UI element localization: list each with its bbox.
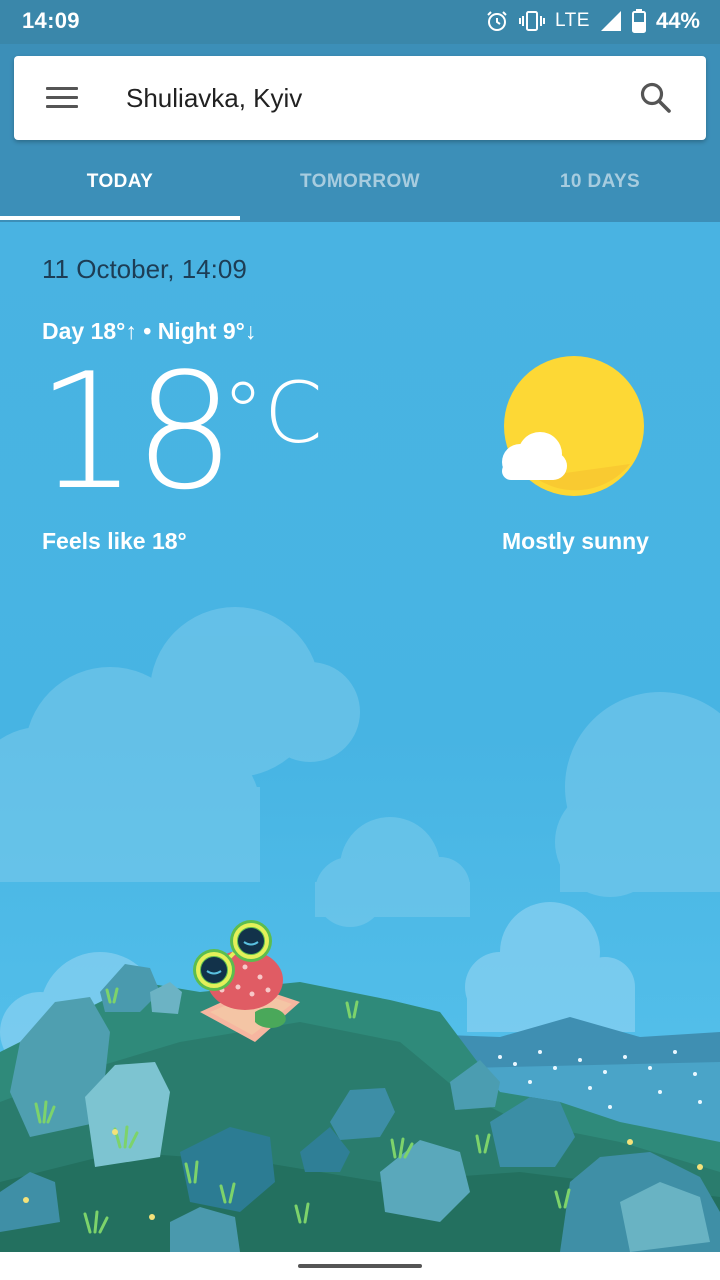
signal-icon: [600, 11, 621, 31]
hamburger-menu-icon[interactable]: [44, 81, 80, 115]
tab-today[interactable]: TODAY: [0, 156, 240, 222]
alarm-icon: [487, 11, 507, 31]
location-title[interactable]: Shuliavka, Kyiv: [126, 83, 302, 114]
home-gesture-pill[interactable]: [298, 1264, 422, 1268]
search-icon[interactable]: [638, 80, 674, 116]
temperature-unit: °C: [222, 364, 323, 462]
weather-condition: Mostly sunny: [502, 528, 649, 554]
weather-panel: 11 October, 14:09 Day 18°↑ • Night 9°↓ 1…: [0, 222, 720, 1252]
sun-with-cloud-icon: [502, 356, 644, 496]
background-clouds: [0, 607, 720, 927]
active-tab-indicator: [0, 216, 240, 220]
status-bar: 14:09 LTE 44%: [0, 0, 720, 44]
vibrate-icon: [519, 11, 546, 31]
status-time: 14:09: [22, 8, 80, 33]
system-nav-bar: [0, 1252, 720, 1280]
tab-tomorrow[interactable]: TOMORROW: [240, 156, 480, 222]
tab-bar: TODAY TOMORROW 10 DAYS: [0, 156, 720, 222]
status-icons: LTE 44%: [485, 8, 700, 34]
tab-10-days[interactable]: 10 DAYS: [480, 156, 720, 222]
search-card[interactable]: Shuliavka, Kyiv: [14, 56, 706, 140]
date-time: 11 October, 14:09: [42, 254, 247, 284]
battery-percent: 44%: [655, 8, 700, 33]
battery-icon: [631, 9, 646, 33]
current-temperature: 18: [36, 338, 236, 525]
app-header: Shuliavka, Kyiv TODAY TOMORROW 10 DAYS: [0, 44, 720, 222]
feels-like: Feels like 18°: [42, 528, 187, 554]
network-type: LTE: [555, 10, 590, 31]
